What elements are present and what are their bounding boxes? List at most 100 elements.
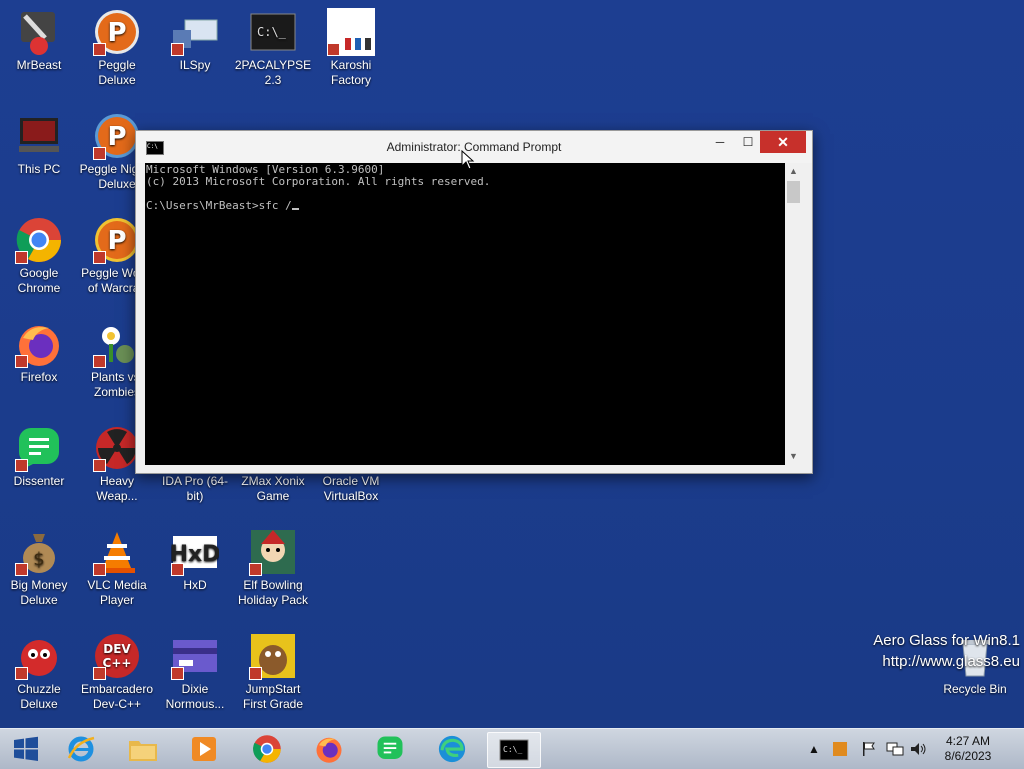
folder-icon (129, 741, 157, 761)
volume-button[interactable] (910, 729, 928, 769)
scroll-up-arrow-icon[interactable]: ▲ (785, 163, 802, 180)
desktop-icon-elf-bowling[interactable]: Elf Bowling Holiday Pack (234, 528, 312, 608)
taskbar-command-prompt[interactable]: C:\_ (487, 732, 541, 768)
edge-icon (438, 735, 466, 763)
taskbar-dissenter[interactable] (364, 732, 416, 766)
taskbar-file-explorer[interactable] (117, 732, 169, 766)
taskbar-firefox[interactable] (303, 732, 355, 766)
aero-line2: http://www.glass8.eu (882, 653, 1020, 670)
command-prompt-window[interactable]: C:\ Administrator: Command Prompt ─ ☐ ✕ … (135, 130, 813, 474)
shortcut-arrow-icon (171, 43, 184, 56)
shortcut-arrow-icon (171, 563, 184, 576)
chrome-icon (15, 216, 63, 264)
chuzzle-icon (15, 632, 63, 680)
show-hidden-icons-button[interactable]: ▲ (808, 729, 820, 769)
taskbar-chrome[interactable] (241, 732, 293, 766)
cmd-icon: C:\_ (249, 8, 297, 56)
network-button[interactable] (886, 729, 904, 769)
desktop-icon-dixie[interactable]: Dixie Normous... (156, 632, 234, 712)
scrollbar-thumb[interactable] (787, 181, 800, 203)
console-output[interactable]: Microsoft Windows [Version 6.3.9600] (c)… (145, 163, 785, 465)
text-cursor (291, 208, 299, 210)
shortcut-arrow-icon (93, 147, 106, 160)
console-line: (c) 2013 Microsoft Corporation. All righ… (146, 175, 491, 188)
shortcut-arrow-icon (93, 667, 106, 680)
windows-logo-icon (14, 736, 38, 761)
icon-label: Chuzzle Deluxe (17, 682, 61, 711)
shortcut-arrow-icon (15, 667, 28, 680)
shortcut-arrow-icon (249, 563, 262, 576)
svg-text:P: P (107, 226, 126, 256)
icon-label: Dixie Normous... (165, 682, 225, 711)
devcpp-icon: DEV C++ (93, 632, 141, 680)
icon-label: Embarcadero Dev-C++ (80, 682, 154, 711)
shortcut-arrow-icon (15, 355, 28, 368)
scroll-down-arrow-icon[interactable]: ▼ (785, 448, 802, 465)
desktop-icon-chrome[interactable]: Google Chrome (0, 216, 78, 296)
aero-glass-watermark: Aero Glass for Win8.1 http://www.glass8.… (873, 630, 1020, 672)
desktop-icon-this-pc[interactable]: This PC (0, 112, 78, 177)
desktop-icon-ilspy[interactable]: ILSpy (156, 8, 234, 73)
hxd-icon: HxD (171, 528, 219, 576)
action-center-button[interactable] (861, 729, 877, 769)
aero-line1: Aero Glass for Win8.1 (873, 632, 1020, 649)
desktop-icon-peggle-deluxe[interactable]: P Peggle Deluxe (78, 8, 156, 88)
shortcut-arrow-icon (249, 667, 262, 680)
taskbar-media-player[interactable] (178, 732, 230, 766)
dissenter-icon (15, 424, 63, 472)
money-bag-icon: $ (15, 528, 63, 576)
tray-app-icon[interactable] (832, 729, 848, 769)
desktop-icon-hxd[interactable]: HxD HxD (156, 528, 234, 593)
svg-text:C:\_: C:\_ (503, 745, 522, 754)
shortcut-arrow-icon (93, 251, 106, 264)
icon-label: Big Money Deluxe (10, 578, 68, 607)
firefox-icon (316, 737, 342, 763)
svg-text:$: $ (33, 549, 44, 570)
close-button[interactable]: ✕ (760, 131, 806, 153)
desktop-icon-jumpstart[interactable]: JumpStart First Grade (234, 632, 312, 712)
shortcut-arrow-icon (171, 667, 184, 680)
desktop-icon-2pacalypse[interactable]: C:\_ 2PACALYPSE 2.3 (234, 8, 312, 88)
desktop-icon-mrbeast[interactable]: MrBeast (0, 8, 78, 73)
jumpstart-icon (249, 632, 297, 680)
shortcut-arrow-icon (327, 43, 340, 56)
minimize-button[interactable]: ─ (706, 131, 734, 153)
shortcut-arrow-icon (93, 563, 106, 576)
icon-label: ZMax Xonix Game (241, 474, 305, 503)
desktop-icon-vlc[interactable]: VLC Media Player (78, 528, 156, 608)
desktop: MrBeast This PC Google Chrome Firefox Di… (0, 0, 1024, 728)
console-prompt: C:\Users\MrBeast>sfc / (146, 199, 292, 212)
elf-icon (249, 528, 297, 576)
orange-tray-icon (833, 742, 847, 756)
maximize-button[interactable]: ☐ (734, 131, 762, 153)
dixie-icon (171, 632, 219, 680)
shortcut-arrow-icon (93, 43, 106, 56)
taskbar-edge[interactable] (426, 732, 478, 766)
shortcut-arrow-icon (93, 355, 106, 368)
plants-icon (93, 320, 141, 368)
icon-label: Peggle Deluxe (98, 58, 136, 87)
svg-text:P: P (107, 122, 126, 152)
vertical-scrollbar[interactable]: ▲ ▼ (785, 163, 802, 465)
icon-label: HxD (183, 578, 207, 592)
taskbar-internet-explorer[interactable] (55, 732, 107, 766)
desktop-icon-chuzzle[interactable]: Chuzzle Deluxe (0, 632, 78, 712)
dissenter-icon (377, 736, 403, 759)
icon-label: MrBeast (16, 58, 62, 72)
mrbeast-icon (15, 8, 63, 56)
desktop-icon-dissenter[interactable]: Dissenter (0, 424, 78, 489)
shortcut-arrow-icon (15, 459, 28, 472)
desktop-icon-karoshi-factory[interactable]: Karoshi Factory (312, 8, 390, 88)
desktop-icon-firefox[interactable]: Firefox (0, 320, 78, 385)
icon-label: JumpStart First Grade (242, 682, 303, 711)
icon-label: ILSpy (179, 58, 211, 72)
desktop-icon-devcpp[interactable]: DEV C++ Embarcadero Dev-C++ (78, 632, 156, 712)
clock[interactable]: 4:27 AM 8/6/2023 (928, 734, 1008, 764)
ilspy-icon (171, 8, 219, 56)
firefox-icon (15, 320, 63, 368)
taskbar: C:\_ ▲ 4:27 AM 8/6/2023 (0, 728, 1024, 769)
peggle-icon: P (93, 216, 141, 264)
start-button[interactable] (0, 732, 52, 766)
desktop-icon-big-money[interactable]: $ Big Money Deluxe (0, 528, 78, 608)
mouse-pointer-icon (461, 150, 475, 170)
